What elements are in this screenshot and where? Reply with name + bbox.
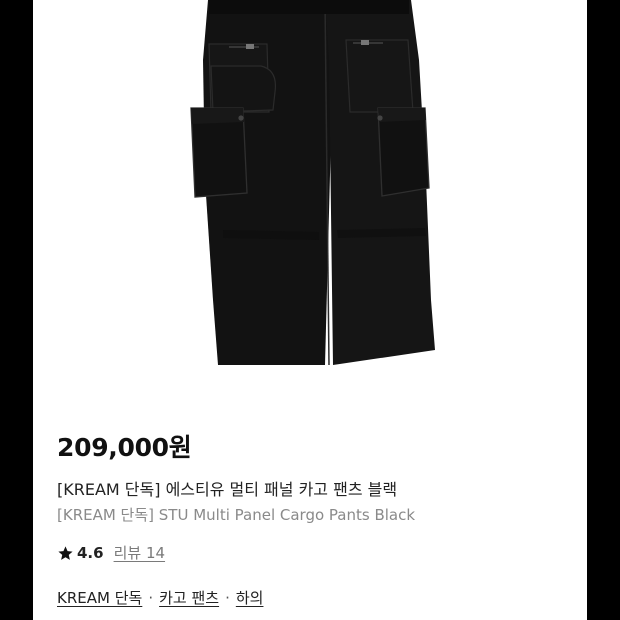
product-title-english: [KREAM 단독] STU Multi Panel Cargo Pants B… xyxy=(57,506,416,524)
product-title-korean: [KREAM 단독] 에스티유 멀티 패널 카고 팬츠 블랙 xyxy=(57,480,398,499)
product-info: 209,000원 [KREAM 단독] 에스티유 멀티 패널 카고 팬츠 블랙 … xyxy=(57,432,571,608)
category-link-bottoms[interactable]: 하의 xyxy=(236,588,264,608)
review-count-link[interactable]: 리뷰 14 xyxy=(114,543,165,563)
product-price: 209,000원 xyxy=(57,433,192,462)
star-icon xyxy=(58,545,73,560)
cargo-pants-illustration xyxy=(190,0,435,366)
category-separator: · xyxy=(148,589,154,607)
category-link-cargo-pants[interactable]: 카고 팬츠 xyxy=(159,588,219,608)
rating-value: 4.6 xyxy=(77,544,104,562)
product-card: 209,000원 [KREAM 단독] 에스티유 멀티 패널 카고 팬츠 블랙 … xyxy=(33,0,587,620)
category-separator: · xyxy=(225,589,230,607)
rating-row: 4.6 리뷰 14 xyxy=(57,543,571,563)
category-link-kream-exclusive[interactable]: KREAM 단독 xyxy=(57,588,142,608)
category-breadcrumb: KREAM 단독 · 카고 팬츠 · 하의 xyxy=(57,588,571,608)
product-image[interactable] xyxy=(33,0,587,410)
